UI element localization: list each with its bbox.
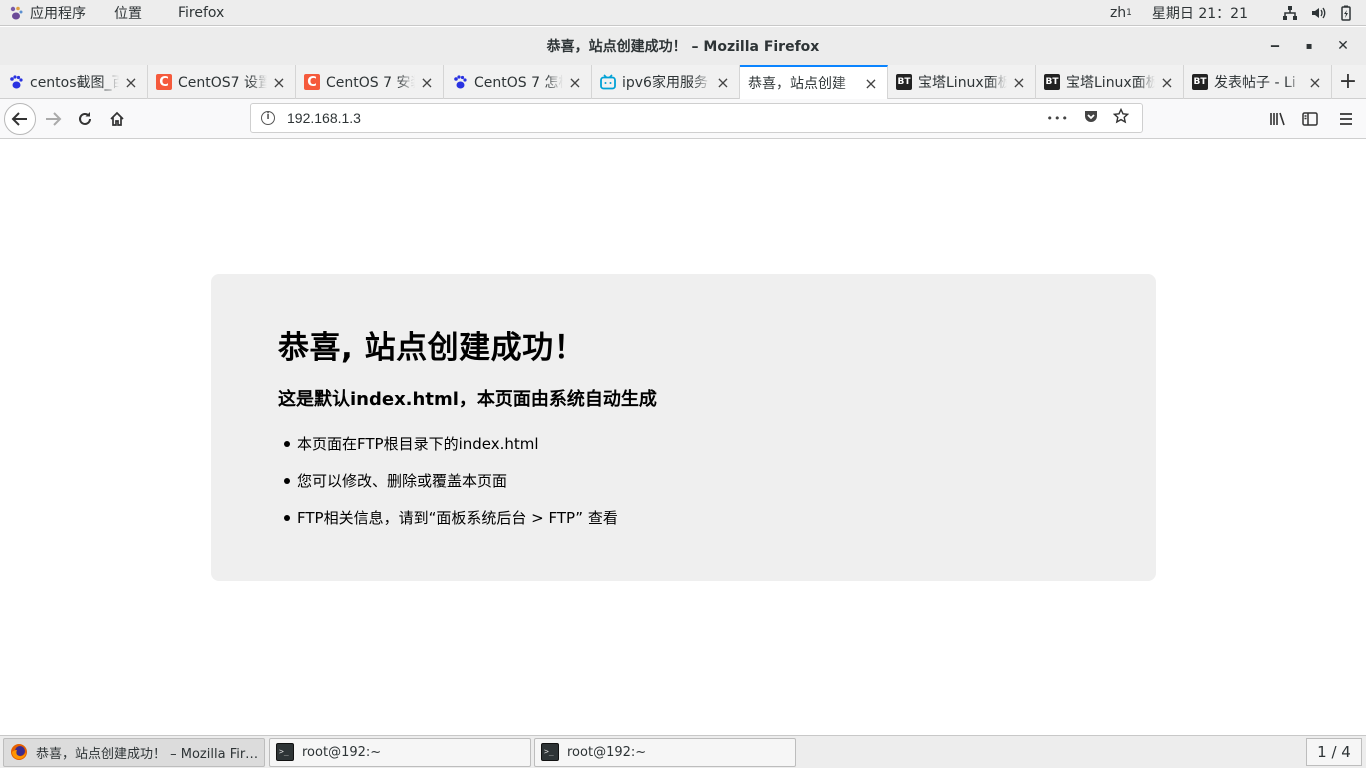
page-subheading: 这是默认index.html，本页面由系统自动生成: [278, 389, 657, 410]
library-icon[interactable]: [1262, 111, 1294, 127]
tab-label: CentOS7 设置: [178, 75, 267, 91]
volume-icon: [1310, 5, 1326, 21]
tab-4[interactable]: ipv6家用服务 ×: [592, 65, 740, 99]
network-wired-icon: [1282, 5, 1298, 21]
pocket-icon[interactable]: [1083, 108, 1099, 128]
tab-label: 宝塔Linux面板: [918, 75, 1007, 91]
tab-close-button[interactable]: ×: [567, 73, 583, 92]
terminal-icon: >_: [276, 743, 294, 761]
bt-panel-icon: BT: [896, 74, 912, 90]
bilibili-icon: [600, 74, 616, 90]
input-method-label: zh: [1109, 4, 1127, 21]
page-content: 恭喜, 站点创建成功！ 这是默认index.html，本页面由系统自动生成 本页…: [0, 139, 1366, 735]
tab-close-button[interactable]: ×: [419, 73, 435, 92]
home-icon: [110, 111, 124, 126]
tab-label: 发表帖子 - Li: [1214, 75, 1296, 91]
new-tab-button[interactable]: +: [1332, 65, 1364, 98]
list-item: FTP相关信息，请到“面板系统后台 > FTP” 查看: [278, 507, 1089, 528]
tab-strip: centos截图_百 × C CentOS7 设置 × C CentOS 7 安装 × Cent…: [0, 65, 1366, 99]
list-item: 本页面在FTP根目录下的index.html: [278, 433, 1089, 454]
arrow-right-icon: [46, 111, 62, 126]
gnome-foot-icon: [8, 5, 24, 21]
places-label: 位置: [114, 5, 142, 22]
tab-0[interactable]: centos截图_百 ×: [0, 65, 148, 99]
gnome-top-bar: 应用程序 位置 Firefox zh 1 星期日 21：21: [0, 0, 1366, 26]
tab-close-button[interactable]: ×: [1159, 73, 1175, 92]
tab-close-button[interactable]: ×: [715, 73, 731, 92]
task-firefox[interactable]: 恭喜，站点创建成功！ – Mozilla Fir…: [3, 737, 265, 767]
tab-close-button[interactable]: ×: [1011, 73, 1027, 92]
sidebar-toggle-icon[interactable]: [1294, 111, 1326, 127]
task-terminal-1[interactable]: >_ root@192:~: [269, 737, 531, 767]
reload-icon: [79, 111, 91, 125]
bookmark-star-icon[interactable]: [1112, 107, 1130, 128]
baidu-paw-icon: [452, 74, 468, 90]
system-menu[interactable]: [1266, 5, 1366, 21]
bt-panel-icon: BT: [1044, 74, 1060, 90]
clock-label: 星期日 21：21: [1151, 5, 1248, 22]
page-heading: 恭喜, 站点创建成功！: [278, 330, 586, 366]
url-input[interactable]: 192.168.1.3: [287, 110, 1040, 126]
navigation-toolbar: i 192.168.1.3 •••: [0, 99, 1366, 139]
input-method-indicator[interactable]: zh 1: [1100, 5, 1142, 21]
home-button[interactable]: [102, 104, 132, 134]
window-list-taskbar: 恭喜，站点创建成功！ – Mozilla Fir… >_ root@192:~ …: [0, 735, 1366, 768]
task-label: root@192:~: [567, 744, 647, 760]
hamburger-menu-icon[interactable]: [1326, 111, 1366, 127]
window-title: 恭喜，站点创建成功！ – Mozilla Firefox: [546, 39, 820, 55]
tab-close-button[interactable]: ×: [271, 73, 287, 92]
app-menu-label: Firefox: [178, 4, 225, 21]
close-window-button[interactable]: ✕: [1326, 38, 1360, 54]
back-button[interactable]: [4, 102, 36, 135]
input-method-sub: 1: [1126, 7, 1132, 18]
reload-button[interactable]: [70, 104, 100, 134]
minimize-button[interactable]: ‒: [1258, 38, 1292, 54]
url-bar[interactable]: i 192.168.1.3 •••: [250, 103, 1143, 133]
applications-menu[interactable]: 应用程序: [0, 0, 94, 26]
applications-label: 应用程序: [30, 5, 86, 22]
forward-button[interactable]: [38, 104, 68, 134]
terminal-icon: >_: [541, 743, 559, 761]
bt-panel-icon: BT: [1192, 74, 1208, 90]
csdn-icon: C: [156, 74, 172, 90]
tab-label: 恭喜，站点创建: [748, 76, 846, 92]
tab-label: CentOS 7 怎样: [474, 75, 563, 91]
tab-close-button[interactable]: ×: [1307, 73, 1323, 92]
baidu-paw-icon: [8, 74, 24, 90]
tab-1[interactable]: C CentOS7 设置 ×: [148, 65, 296, 99]
window-title-bar[interactable]: 恭喜，站点创建成功！ – Mozilla Firefox ‒ ▪ ✕: [0, 27, 1366, 65]
places-menu[interactable]: 位置: [94, 0, 150, 26]
battery-icon: [1338, 5, 1354, 21]
firefox-icon: [10, 743, 28, 761]
tab-label: 宝塔Linux面板: [1066, 75, 1155, 91]
csdn-icon: C: [304, 74, 320, 90]
tab-close-button[interactable]: ×: [863, 74, 879, 93]
task-terminal-2[interactable]: >_ root@192:~: [534, 737, 796, 767]
success-card: 恭喜, 站点创建成功！ 这是默认index.html，本页面由系统自动生成 本页…: [211, 274, 1156, 581]
tab-5[interactable]: 恭喜，站点创建 ×: [740, 65, 888, 99]
tab-label: ipv6家用服务: [622, 75, 708, 91]
task-label: root@192:~: [302, 744, 382, 760]
tab-close-button[interactable]: ×: [123, 73, 139, 92]
workspace-indicator[interactable]: 1 / 4: [1306, 738, 1362, 766]
tab-7[interactable]: BT 宝塔Linux面板 ×: [1036, 65, 1184, 99]
site-info-icon[interactable]: i: [261, 111, 275, 125]
tab-label: CentOS 7 安装: [326, 75, 415, 91]
app-menu[interactable]: Firefox: [150, 0, 232, 26]
list-item: 您可以修改、删除或覆盖本页面: [278, 470, 1089, 491]
tab-label: centos截图_百: [30, 75, 119, 91]
clock[interactable]: 星期日 21：21: [1142, 3, 1266, 23]
arrow-left-icon: [11, 111, 27, 126]
tab-2[interactable]: C CentOS 7 安装 ×: [296, 65, 444, 99]
task-label: 恭喜，站点创建成功！ – Mozilla Fir…: [36, 746, 259, 762]
maximize-button[interactable]: ▪: [1292, 41, 1326, 52]
tab-3[interactable]: CentOS 7 怎样 ×: [444, 65, 592, 99]
tab-6[interactable]: BT 宝塔Linux面板 ×: [888, 65, 1036, 99]
page-actions-button[interactable]: •••: [1047, 112, 1069, 125]
info-list: 本页面在FTP根目录下的index.html 您可以修改、删除或覆盖本页面 FT…: [278, 433, 1089, 528]
tab-8[interactable]: BT 发表帖子 - Li ×: [1184, 65, 1332, 99]
